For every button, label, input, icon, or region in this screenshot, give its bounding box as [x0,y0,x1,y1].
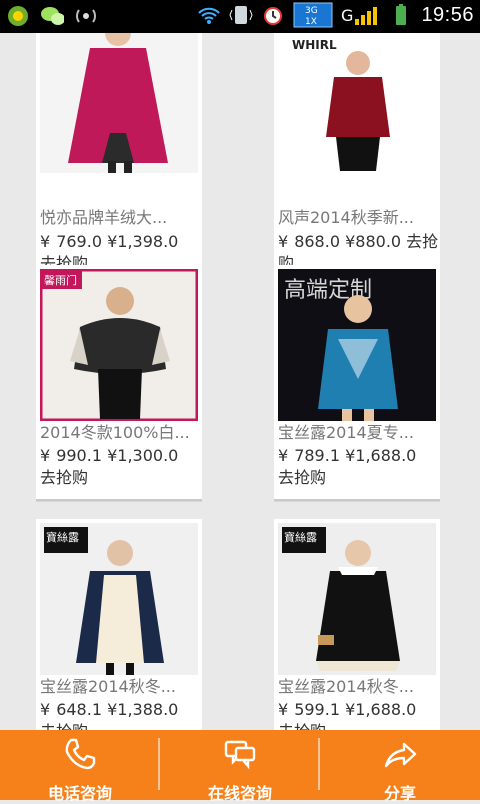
product-card[interactable]: 寶絲露 宝丝露2014秋冬... ¥599.1 ¥1,688.0 去抢购 [274,519,440,731]
product-title[interactable]: 风声2014秋季新... [278,208,438,228]
price-currency: ¥ [40,446,51,465]
app-icon [6,4,30,28]
price-sale: 648.1 [56,700,102,719]
status-bar: 3G 1X G 19:56 [0,0,480,33]
online-consult-tab[interactable]: 在线咨询 [160,730,320,803]
product-image[interactable]: 馨雨门 [40,269,198,421]
card-divider [274,499,440,501]
product-title[interactable]: 悦亦品牌羊绒大... [40,208,200,228]
price-original: ¥1,688.0 [345,446,417,465]
product-card[interactable]: 悦亦品牌羊绒大... ¥769.0 ¥1,398.0 去抢购 [36,33,202,283]
network-bottom-label: 1X [305,17,317,27]
status-time: 19:56 [421,3,474,26]
price-currency: ¥ [278,232,289,251]
product-image[interactable]: WHIRL [278,33,436,173]
alarm-icon [261,3,285,27]
product-title[interactable]: 宝丝露2014夏专... [278,423,438,443]
product-card[interactable]: 高端定制 宝丝露2014夏专... ¥789.1 ¥1,688.0 去抢购 [274,265,440,501]
data-icon: 3G 1X [293,2,333,28]
signal-icon: G [341,3,381,27]
share-label: 分享 [383,784,416,803]
price-sale: 789.1 [294,446,340,465]
product-title[interactable]: 2014冬款100%白... [40,423,200,443]
phone-icon [62,736,98,776]
share-tab[interactable]: 分享 [320,730,480,803]
bottom-action-bar: 电话咨询 在线咨询 分享 [0,730,480,803]
wifi-icon [197,3,221,27]
buy-now-button[interactable]: 去抢购 [278,468,326,487]
product-card[interactable]: 寶絲露 宝丝露2014秋冬... ¥648.1 ¥1,388.0 去抢购 [36,519,202,731]
product-title[interactable]: 宝丝露2014秋冬... [278,677,438,697]
product-card[interactable]: 馨雨门 2014冬款100%白... ¥990.1 ¥1,300.0 去抢购 [36,265,202,501]
product-price: ¥648.1 ¥1,388.0 去抢购 [40,699,202,731]
signal-label: G [341,6,353,25]
broadcast-icon [74,4,98,28]
price-currency: ¥ [278,700,289,719]
product-image[interactable]: 寶絲露 [278,523,436,675]
price-sale: 868.0 [294,232,340,251]
price-currency: ¥ [278,446,289,465]
product-grid[interactable]: 悦亦品牌羊绒大... ¥769.0 ¥1,398.0 去抢购 WHIRL 风声2… [0,33,480,731]
brand-baosilu-mark: 寶絲露 [46,530,79,544]
product-image[interactable]: 高端定制 [278,269,436,421]
phone-consult-label: 电话咨询 [47,784,112,803]
price-original: ¥880.0 [345,232,402,251]
price-original: ¥1,398.0 [107,232,179,251]
product-image[interactable] [40,33,198,173]
price-sale: 599.1 [294,700,340,719]
brand-baosilu-mark: 寶絲露 [284,530,317,544]
price-currency: ¥ [40,700,51,719]
wechat-icon [40,4,64,28]
product-title[interactable]: 宝丝露2014秋冬... [40,677,200,697]
product-price: ¥990.1 ¥1,300.0 去抢购 [40,445,202,489]
product-price: ¥599.1 ¥1,688.0 去抢购 [278,699,440,731]
phone-consult-tab[interactable]: 电话咨询 [0,730,160,803]
brand-whirl-mark: WHIRL [292,38,337,52]
buy-now-button[interactable]: 去抢购 [40,468,88,487]
vibrate-icon [229,3,253,27]
online-consult-label: 在线咨询 [207,784,272,803]
chat-bubble-icon [222,736,258,776]
share-arrow-icon [382,736,418,776]
product-image[interactable]: 寶絲露 [40,523,198,675]
battery-icon [389,3,413,27]
price-sale: 990.1 [56,446,102,465]
price-original: ¥1,388.0 [107,700,179,719]
product-card[interactable]: WHIRL 风声2014秋季新... ¥868.0 ¥880.0 去抢购 [274,33,440,283]
product-price: ¥789.1 ¥1,688.0 去抢购 [278,445,440,489]
network-top-label: 3G [305,6,318,16]
brand-yuyumen-mark: 馨雨门 [44,273,77,287]
price-original: ¥1,688.0 [345,700,417,719]
card-divider [36,499,202,501]
price-sale: 769.0 [56,232,102,251]
price-currency: ¥ [40,232,51,251]
price-original: ¥1,300.0 [107,446,179,465]
